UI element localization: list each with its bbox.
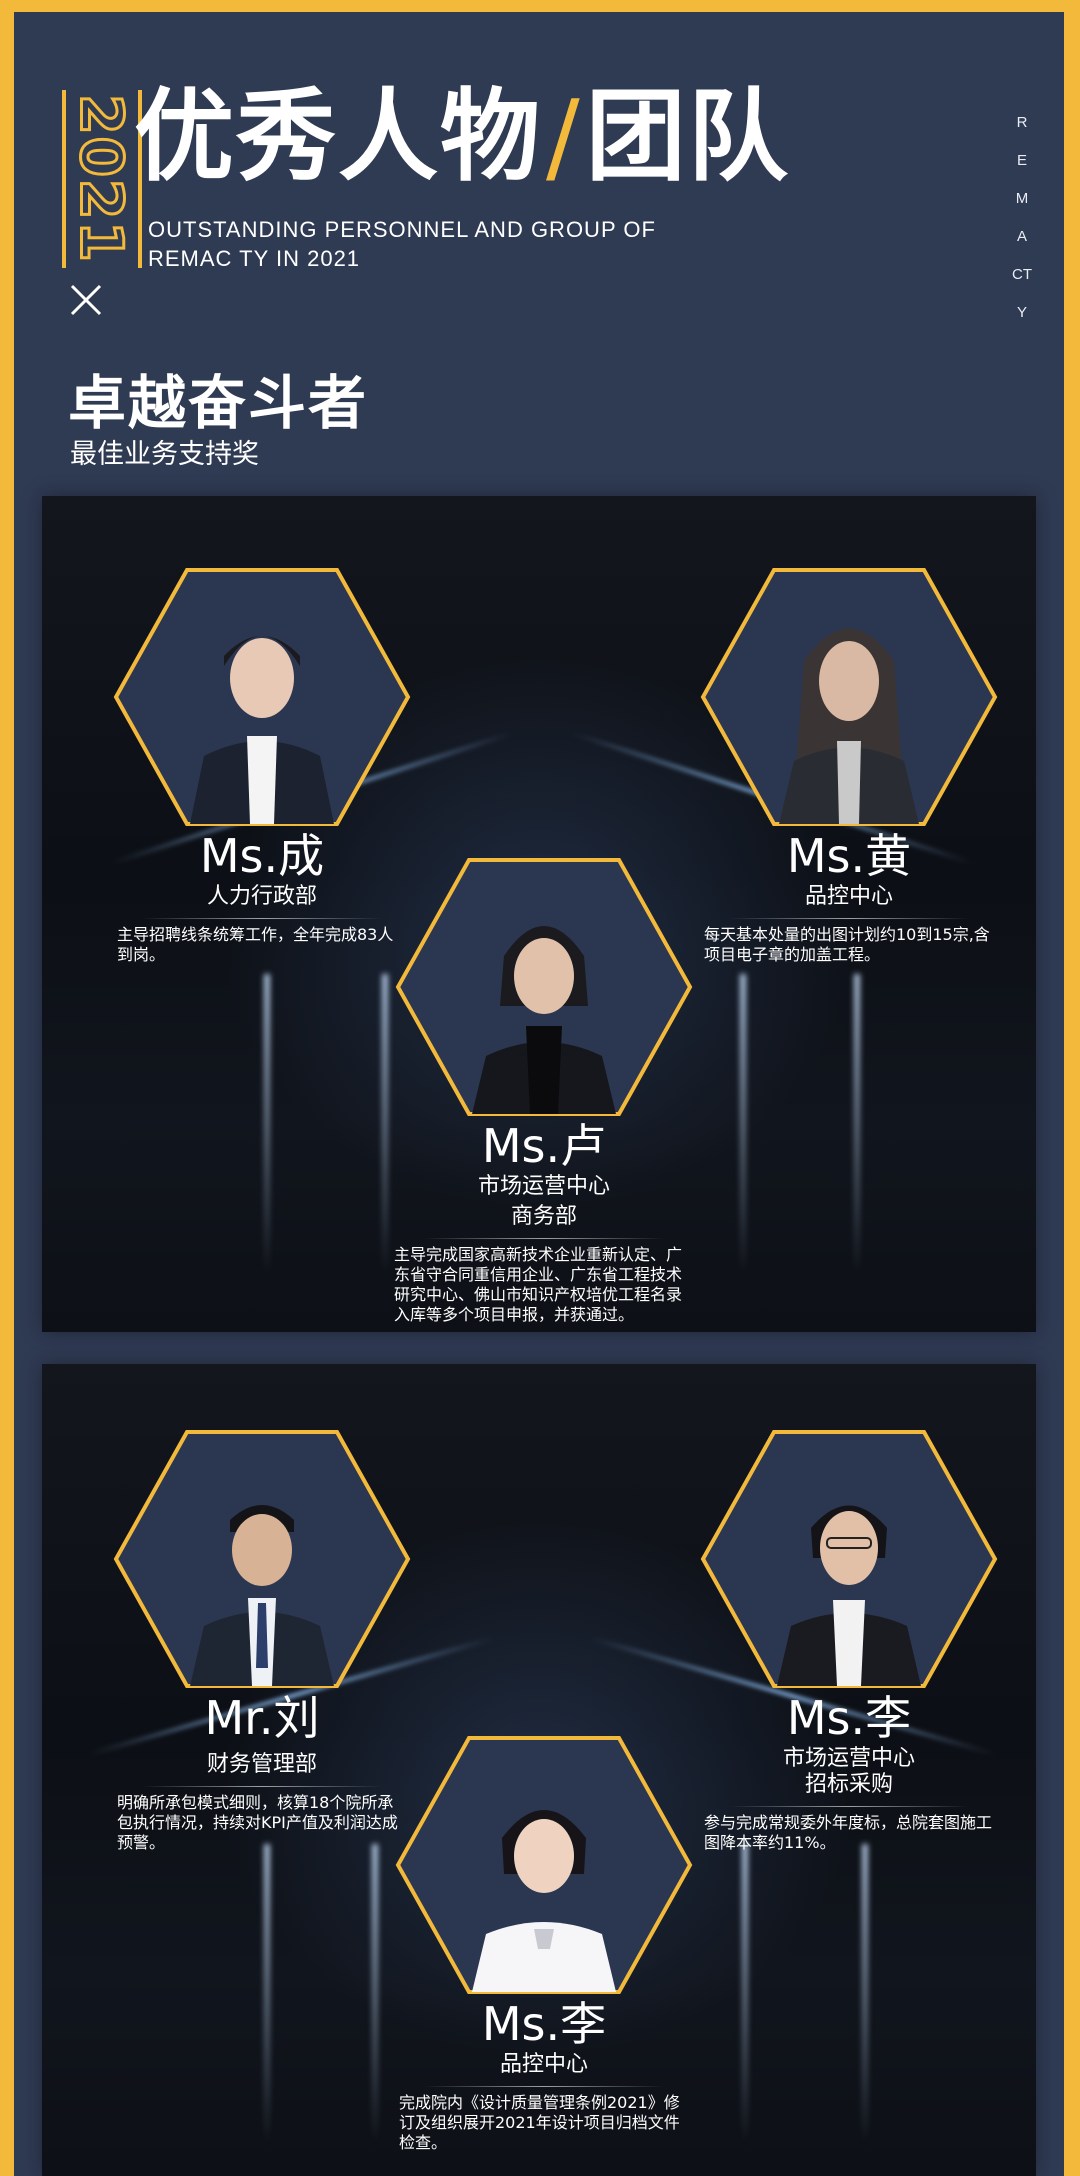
title-part1: 优秀人物: [134, 78, 542, 195]
person-name: Mr.刘: [204, 1691, 320, 1745]
person-department: 市场运营中心: [782, 1746, 915, 1772]
portrait-hexagon: [113, 1430, 411, 1688]
person-name: Ms.卢: [481, 1119, 607, 1173]
person-department: 品控中心: [804, 884, 893, 910]
year-text: 2021: [67, 93, 138, 265]
light-beam: [854, 974, 860, 1274]
hex-portrait-frame: [699, 566, 999, 828]
divider: [424, 1238, 664, 1240]
section-subtitle: 最佳业务支持奖: [70, 439, 259, 470]
hex-portrait-frame: [112, 1428, 412, 1690]
person-card: Ms.成 人力行政部 主导招聘线条统筹工作，全年完成83人到岗。: [107, 566, 417, 965]
person-description: 参与完成常规委外年度标，总院套图施工图降本率约11%。: [704, 1813, 993, 1853]
hex-portrait-frame: [394, 1734, 694, 1996]
person-card: Ms.卢 市场运营中心 商务部 主导完成国家高新技术企业重新认定、广东省守合同重…: [389, 856, 699, 1325]
light-beam: [862, 1844, 868, 2144]
divider: [142, 1786, 382, 1788]
person-description: 每天基本处量的出图计划约10到15宗,含项目电子章的加盖工程。: [704, 925, 990, 965]
person-card: Mr.刘 财务管理部 明确所承包模式细则，核算18个院所承包执行情况，持续对KP…: [107, 1428, 417, 1853]
light-beam: [264, 1844, 270, 2144]
person-card: Ms.李 品控中心 完成院内《设计质量管理条例2021》修订及组织展开2021年…: [389, 1734, 699, 2153]
section-title: 卓越奋斗者: [68, 369, 369, 437]
portrait-hexagon: [395, 858, 693, 1116]
person-description: 主导完成国家高新技术企业重新认定、广东省守合同重信用企业、广东省工程技术研究中心…: [394, 1245, 683, 1325]
hex-portrait-frame: [112, 566, 412, 828]
person-name: Ms.李: [481, 1997, 607, 2051]
person-description: 明确所承包模式细则，核算18个院所承包执行情况，持续对KPI产值及利润达成预警。: [117, 1793, 398, 1853]
year-badge: 2021: [62, 90, 142, 268]
person-name: Ms.李: [786, 1691, 912, 1745]
poster-frame: 2021 优秀人物/团队 OUTSTANDING PERSONNEL AND G…: [14, 12, 1064, 2176]
portrait-hexagon: [113, 568, 411, 826]
person-department-sub: 商务部: [510, 1204, 577, 1230]
divider: [424, 2086, 664, 2088]
divider: [729, 1806, 969, 1808]
light-beam: [740, 974, 746, 1274]
title-separator: /: [546, 78, 582, 195]
person-department: 财务管理部: [206, 1752, 317, 1778]
hex-portrait-frame: [394, 856, 694, 1118]
person-name: Ms.黄: [786, 829, 912, 883]
person-name: Ms.成: [199, 829, 325, 883]
portrait-hexagon: [700, 1430, 998, 1688]
person-department: 人力行政部: [206, 884, 317, 910]
close-icon: [70, 284, 102, 316]
divider: [142, 918, 382, 920]
light-beam: [372, 1844, 378, 2144]
light-beam: [742, 1844, 748, 2144]
page-title: 优秀人物/团队: [134, 82, 790, 192]
page-subtitle: OUTSTANDING PERSONNEL AND GROUP OF REMAC…: [148, 217, 656, 271]
hex-portrait-frame: [699, 1428, 999, 1690]
light-beam: [382, 974, 388, 1274]
award-panel-2: Mr.刘 财务管理部 明确所承包模式细则，核算18个院所承包执行情况，持续对KP…: [42, 1364, 1036, 2176]
person-card: Ms.黄 品控中心 每天基本处量的出图计划约10到15宗,含项目电子章的加盖工程…: [694, 566, 1004, 965]
title-part2: 团队: [585, 78, 790, 195]
portrait-hexagon: [700, 568, 998, 826]
divider: [729, 918, 969, 920]
award-panel-1: Ms.成 人力行政部 主导招聘线条统筹工作，全年完成83人到岗。 Ms.黄 品控…: [42, 496, 1036, 1332]
person-description: 主导招聘线条统筹工作，全年完成83人到岗。: [117, 925, 394, 965]
side-vertical-text: REMACTY: [1012, 114, 1032, 321]
person-department-sub: 招标采购: [804, 1772, 893, 1798]
person-department: 市场运营中心: [477, 1174, 610, 1200]
person-card: Ms.李 市场运营中心 招标采购 参与完成常规委外年度标，总院套图施工图降本率约…: [694, 1428, 1004, 1853]
portrait-hexagon: [395, 1736, 693, 1994]
person-department: 品控中心: [499, 2052, 588, 2078]
light-beam: [264, 974, 270, 1274]
person-description: 完成院内《设计质量管理条例2021》修订及组织展开2021年设计项目归档文件检查…: [399, 2093, 680, 2153]
